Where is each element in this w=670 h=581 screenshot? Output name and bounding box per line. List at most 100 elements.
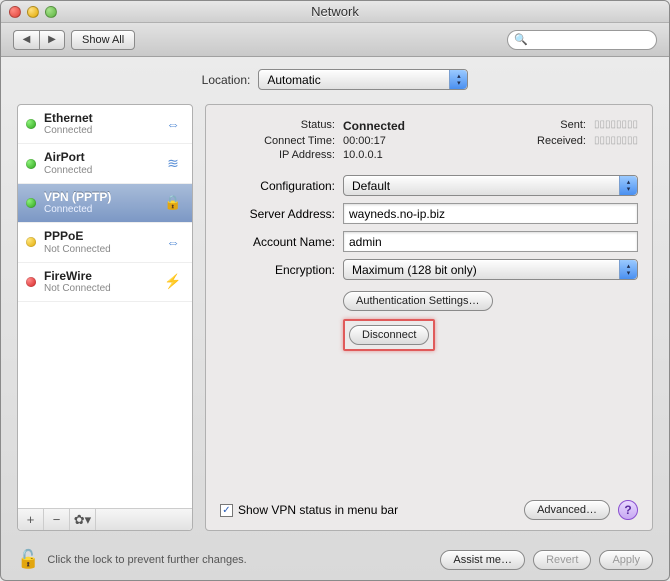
window-title: Network xyxy=(1,4,669,19)
search-icon: 🔍 xyxy=(514,33,528,46)
status-label: Status: xyxy=(220,119,335,133)
server-address-row: Server Address: xyxy=(220,203,638,224)
interface-status: Not Connected xyxy=(44,244,154,256)
interface-status: Connected xyxy=(44,204,154,216)
interface-name: Ethernet xyxy=(44,111,154,125)
location-value: Automatic xyxy=(267,73,320,87)
location-label: Location: xyxy=(202,73,251,87)
pppoe-icon: ⇔ xyxy=(162,233,184,251)
show-vpn-status-label: Show VPN status in menu bar xyxy=(238,503,398,517)
remove-interface-button[interactable]: − xyxy=(44,509,70,530)
disconnect-highlight: Disconnect xyxy=(343,319,435,351)
back-button[interactable]: ◀ xyxy=(13,30,39,50)
wifi-icon: ≋ xyxy=(162,155,184,173)
interface-name: VPN (PPTP) xyxy=(44,190,154,204)
account-name-row: Account Name: xyxy=(220,231,638,252)
checkbox-icon: ✓ xyxy=(220,504,233,517)
ip-value: 10.0.0.1 xyxy=(343,149,405,161)
search-field[interactable]: 🔍 xyxy=(507,30,657,50)
action-buttons: Authentication Settings… Disconnect xyxy=(343,291,638,351)
content: Location: Automatic Ethernet Connected ⇔ xyxy=(1,57,669,541)
status-dot-icon xyxy=(26,159,36,169)
network-prefs-window: Network ◀ ▶ Show All 🔍 Location: Automat… xyxy=(0,0,670,581)
received-bars: ▯▯▯▯▯▯▯▯ xyxy=(594,135,638,147)
zoom-window-button[interactable] xyxy=(45,6,57,18)
sidebar-item-text: PPPoE Not Connected xyxy=(44,229,154,255)
encryption-label: Encryption: xyxy=(220,263,335,277)
toolbar: ◀ ▶ Show All 🔍 xyxy=(1,23,669,57)
sidebar-item-text: FireWire Not Connected xyxy=(44,269,154,295)
sidebar-item-text: VPN (PPTP) Connected xyxy=(44,190,154,216)
status-block: Status: Connected Sent: ▯▯▯▯▯▯▯▯ Connect… xyxy=(220,119,638,161)
account-name-input[interactable] xyxy=(343,231,638,252)
sidebar-item-text: Ethernet Connected xyxy=(44,111,154,137)
chevron-updown-icon xyxy=(619,260,637,279)
interface-status: Connected xyxy=(44,125,154,137)
sidebar-item-text: AirPort Connected xyxy=(44,150,154,176)
interface-name: FireWire xyxy=(44,269,154,283)
received-label: Received: xyxy=(537,135,586,147)
show-vpn-status-checkbox[interactable]: ✓ Show VPN status in menu bar xyxy=(220,503,398,517)
firewire-icon: ⚡ xyxy=(162,273,184,291)
show-all-button[interactable]: Show All xyxy=(71,30,135,50)
bottom-bar: 🔓 Click the lock to prevent further chan… xyxy=(1,541,669,580)
chevron-updown-icon xyxy=(449,70,467,89)
lock-icon[interactable]: 🔓 xyxy=(17,549,39,570)
account-name-label: Account Name: xyxy=(220,235,335,249)
traffic-lights xyxy=(1,6,57,18)
forward-button[interactable]: ▶ xyxy=(39,30,65,50)
connect-time-label: Connect Time: xyxy=(220,135,335,147)
sidebar-footer: + − ✿▾ xyxy=(18,508,192,530)
server-address-label: Server Address: xyxy=(220,207,335,221)
configuration-select[interactable]: Default xyxy=(343,175,638,196)
apply-button[interactable]: Apply xyxy=(599,550,653,570)
disconnect-button[interactable]: Disconnect xyxy=(349,325,429,345)
configuration-label: Configuration: xyxy=(220,179,335,193)
status-value: Connected xyxy=(343,119,405,133)
status-dot-icon xyxy=(26,237,36,247)
close-window-button[interactable] xyxy=(9,6,21,18)
lock-text: Click the lock to prevent further change… xyxy=(47,554,246,566)
sidebar-item-firewire[interactable]: FireWire Not Connected ⚡ xyxy=(18,263,192,302)
assist-me-button[interactable]: Assist me… xyxy=(440,550,525,570)
configuration-row: Configuration: Default xyxy=(220,175,638,196)
encryption-row: Encryption: Maximum (128 bit only) xyxy=(220,259,638,280)
advanced-button[interactable]: Advanced… xyxy=(524,500,610,520)
encryption-select[interactable]: Maximum (128 bit only) xyxy=(343,259,638,280)
sidebar-item-vpn[interactable]: VPN (PPTP) Connected 🔒 xyxy=(18,184,192,223)
lock-icon: 🔒 xyxy=(162,194,184,212)
configuration-value: Default xyxy=(352,179,390,193)
columns: Ethernet Connected ⇔ AirPort Connected ≋ xyxy=(17,104,653,531)
interface-name: AirPort xyxy=(44,150,154,164)
ip-label: IP Address: xyxy=(220,149,335,161)
interface-name: PPPoE xyxy=(44,229,154,243)
revert-button[interactable]: Revert xyxy=(533,550,591,570)
minimize-window-button[interactable] xyxy=(27,6,39,18)
titlebar: Network xyxy=(1,1,669,23)
action-menu-button[interactable]: ✿▾ xyxy=(70,509,96,530)
interface-status: Connected xyxy=(44,165,154,177)
interfaces-sidebar: Ethernet Connected ⇔ AirPort Connected ≋ xyxy=(17,104,193,531)
sidebar-item-ethernet[interactable]: Ethernet Connected ⇔ xyxy=(18,105,192,144)
location-select[interactable]: Automatic xyxy=(258,69,468,90)
location-row: Location: Automatic xyxy=(17,69,653,90)
add-interface-button[interactable]: + xyxy=(18,509,44,530)
main-panel: Status: Connected Sent: ▯▯▯▯▯▯▯▯ Connect… xyxy=(205,104,653,531)
help-button[interactable]: ? xyxy=(618,500,638,520)
status-dot-icon xyxy=(26,277,36,287)
chevron-updown-icon xyxy=(619,176,637,195)
encryption-value: Maximum (128 bit only) xyxy=(352,263,477,277)
status-dot-icon xyxy=(26,119,36,129)
search-input[interactable] xyxy=(532,34,650,46)
interfaces-list: Ethernet Connected ⇔ AirPort Connected ≋ xyxy=(18,105,192,508)
sent-label: Sent: xyxy=(537,119,586,133)
auth-settings-button[interactable]: Authentication Settings… xyxy=(343,291,493,311)
interface-status: Not Connected xyxy=(44,283,154,295)
status-dot-icon xyxy=(26,198,36,208)
sidebar-item-pppoe[interactable]: PPPoE Not Connected ⇔ xyxy=(18,223,192,262)
sidebar-item-airport[interactable]: AirPort Connected ≋ xyxy=(18,144,192,183)
server-address-input[interactable] xyxy=(343,203,638,224)
panel-footer: ✓ Show VPN status in menu bar Advanced… … xyxy=(220,492,638,520)
sent-bars: ▯▯▯▯▯▯▯▯ xyxy=(594,119,638,133)
nav-buttons: ◀ ▶ xyxy=(13,30,65,50)
